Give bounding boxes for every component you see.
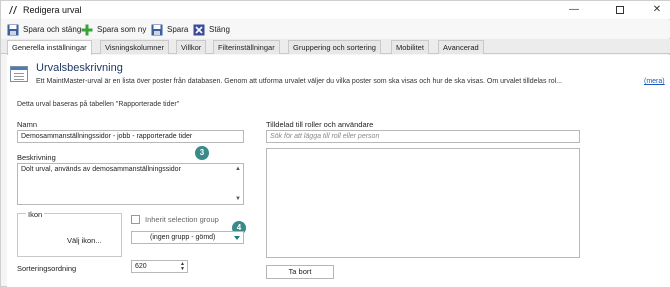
tab-mobility[interactable]: Mobilitet bbox=[391, 40, 429, 54]
tab-display-columns[interactable]: Visningskolumner bbox=[100, 40, 170, 54]
inherit-group-label: Inherit selection group bbox=[145, 215, 219, 224]
tab-advanced[interactable]: Avancerad bbox=[438, 40, 484, 54]
close-button[interactable]: Stäng bbox=[193, 23, 230, 36]
description-textarea[interactable]: Dolt urval, används av demosammanställni… bbox=[17, 163, 244, 205]
scroll-up-icon[interactable]: ▲ bbox=[234, 165, 242, 173]
minimize-icon: — bbox=[569, 4, 579, 15]
dropdown-arrow-icon bbox=[234, 236, 240, 240]
close-label: Stäng bbox=[209, 25, 230, 34]
name-label: Namn bbox=[17, 120, 38, 129]
save-button[interactable]: Spara bbox=[151, 23, 188, 36]
callout-badge-3: 3 bbox=[195, 146, 209, 160]
section-title: Urvalsbeskrivning bbox=[36, 62, 123, 74]
description-text: Dolt urval, används av demosammanställni… bbox=[21, 166, 181, 173]
sort-order-spinner[interactable]: 620 ▲ ▼ bbox=[131, 260, 188, 273]
scroll-down-icon[interactable]: ▼ bbox=[234, 195, 242, 203]
minimize-button[interactable]: — bbox=[567, 3, 581, 17]
sort-order-label: Sorteringsordning bbox=[17, 264, 77, 273]
tab-grouping-sorting[interactable]: Gruppering och sortering bbox=[288, 40, 381, 54]
close-window-button[interactable]: ✕ bbox=[650, 3, 664, 17]
remove-button[interactable]: Ta bort bbox=[266, 265, 334, 279]
section-description: Ett MaintMaster-urval är en lista över p… bbox=[36, 78, 562, 85]
group-select-value: (ingen grupp - gömd) bbox=[150, 234, 216, 241]
selection-list-icon bbox=[10, 66, 28, 82]
close-icon: ✕ bbox=[652, 4, 662, 15]
save-close-label: Spara och stäng bbox=[23, 25, 82, 34]
save-close-button[interactable]: Spara och stäng bbox=[7, 23, 81, 36]
app-logo-icon bbox=[9, 6, 17, 14]
save-new-button[interactable]: Spara som ny bbox=[81, 23, 146, 36]
maximize-button[interactable] bbox=[613, 3, 627, 17]
assigned-list[interactable] bbox=[266, 148, 580, 258]
assigned-label: Tilldelad till roller och användare bbox=[266, 120, 374, 129]
more-link[interactable]: (mera) bbox=[644, 78, 665, 85]
group-select[interactable]: (ingen grupp - gömd) bbox=[131, 231, 244, 244]
spinner-arrows-icon[interactable]: ▲ ▼ bbox=[180, 262, 185, 272]
save-icon bbox=[7, 24, 19, 35]
description-label: Beskrivning bbox=[17, 153, 56, 162]
save-icon bbox=[151, 24, 163, 35]
based-on-table-text: Detta urval baseras på tabellen "Rapport… bbox=[17, 101, 180, 108]
edit-selection-window: Redigera urval — ✕ Spara och stäng Spara bbox=[0, 0, 670, 287]
choose-icon-button[interactable]: Välj ikon... bbox=[67, 235, 117, 249]
window-title: Redigera urval bbox=[23, 5, 82, 15]
plus-icon bbox=[81, 24, 93, 35]
sort-order-value: 620 bbox=[135, 263, 147, 270]
save-new-label: Spara som ny bbox=[97, 25, 147, 34]
tab-bar: Generella inställningar Visningskolumner… bbox=[1, 39, 670, 55]
inherit-group-checkbox[interactable] bbox=[131, 215, 140, 224]
maximize-icon bbox=[616, 6, 624, 14]
close-x-icon bbox=[193, 24, 205, 35]
save-label: Spara bbox=[167, 25, 189, 34]
tab-filter-settings[interactable]: Filterinställningar bbox=[213, 40, 280, 54]
assigned-search-input[interactable]: Sök för att lägga till roll eller person bbox=[266, 130, 580, 143]
tab-conditions[interactable]: Villkor bbox=[176, 40, 207, 54]
toolbar: Spara och stäng Spara som ny Spara Stäng bbox=[1, 20, 670, 38]
name-input[interactable]: Demosammanställningssidor - jobb - rappo… bbox=[17, 130, 244, 143]
tab-general-settings[interactable]: Generella inställningar bbox=[7, 40, 92, 55]
title-bar: Redigera urval — ✕ bbox=[1, 1, 670, 19]
general-settings-panel: Urvalsbeskrivning Ett MaintMaster-urval … bbox=[7, 55, 670, 287]
icon-label: Ikon bbox=[26, 210, 45, 219]
